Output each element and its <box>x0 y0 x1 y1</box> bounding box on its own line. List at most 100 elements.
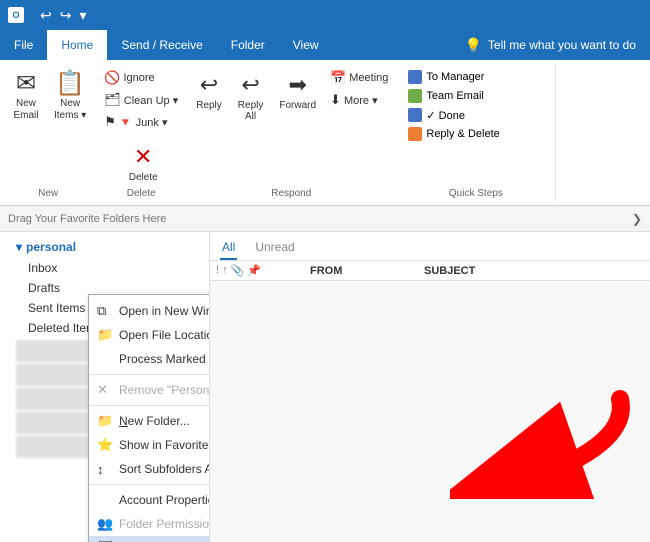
ctx-sep-2 <box>89 405 210 406</box>
app-logo: O <box>8 7 24 23</box>
new-email-label: NewEmail <box>13 98 38 122</box>
sidebar-personal-label: personal <box>26 240 76 254</box>
ctx-sort-icon: ↕ <box>97 462 104 477</box>
pin-icon: 📌 <box>247 264 261 277</box>
ctx-show-favorites[interactable]: ⭐ Show in Favorites <box>89 433 210 457</box>
menu-home[interactable]: Home <box>47 30 107 60</box>
qs-done-icon <box>408 108 422 122</box>
reply-label: Reply <box>196 100 222 111</box>
qs-team-email[interactable]: Team Email <box>404 87 547 105</box>
favorites-input[interactable] <box>8 213 626 225</box>
tab-unread[interactable]: Unread <box>253 236 296 260</box>
meeting-label: Meeting <box>349 72 388 84</box>
ribbon-delete-group: 🚫 Ignore 🗂 Clean Up ▾ ⚑ 🔻 Junk ▾ ✕ Delet… <box>96 64 186 201</box>
new-items-icon: 📋 <box>55 72 85 96</box>
context-menu: ⧉ Open in New Window 📁 Open File Locatio… <box>88 294 210 542</box>
qs-reply-delete-icon <box>408 127 422 141</box>
ctx-remove-icon: ✕ <box>97 382 108 398</box>
ctx-folder-perms-label: Folder Permissions <box>119 517 210 531</box>
menu-folder[interactable]: Folder <box>217 30 279 60</box>
ribbon: ✉ NewEmail 📋 NewItems ▾ New 🚫 Ignore 🗂 C… <box>0 60 650 206</box>
ctx-favorites-icon: ⭐ <box>97 437 113 453</box>
ctx-open-window-label: Open in New Window <box>119 304 210 318</box>
reply-icon: ↩ <box>200 72 218 98</box>
qs-team-label: Team Email <box>426 90 483 102</box>
ctx-new-folder[interactable]: 📁 New Folder... <box>89 409 210 433</box>
ctx-remove-personal: ✕ Remove "Personal" <box>89 378 210 402</box>
ctx-account-props[interactable]: Account Properties... <box>89 488 210 512</box>
sidebar-personal-header[interactable]: ▾ personal <box>0 236 209 258</box>
title-bar: O ↩ ↪ ▾ <box>0 0 650 30</box>
menu-send-receive[interactable]: Send / Receive <box>107 30 216 60</box>
from-column-header[interactable]: FROM <box>310 265 420 277</box>
email-list: All Unread ! ↑ 📎 📌 FROM SUBJECT <box>210 232 650 542</box>
ctx-open-location[interactable]: 📁 Open File Location <box>89 323 210 347</box>
menu-view[interactable]: View <box>279 30 333 60</box>
qs-to-manager[interactable]: To Manager <box>404 68 547 86</box>
qs-reply-delete[interactable]: Reply & Delete <box>404 125 547 143</box>
ctx-process-headers[interactable]: Process Marked Headers <box>89 347 210 371</box>
favorites-bar: ❯ <box>0 206 650 232</box>
ctx-data-file-props[interactable]: 🗄 Data File Properties... <box>89 536 210 542</box>
email-tabs: All Unread <box>210 232 650 261</box>
more-button[interactable]: ⬇ More ▾ <box>326 90 392 110</box>
junk-button[interactable]: ⚑ 🔻 Junk ▾ <box>100 112 171 132</box>
tell-me-bar[interactable]: 💡 Tell me what you want to do <box>450 30 650 60</box>
ctx-open-location-icon: 📁 <box>97 327 113 343</box>
delete-label: Delete <box>129 172 158 183</box>
subject-column-header: SUBJECT <box>424 265 644 277</box>
forward-label: Forward <box>279 100 316 111</box>
qs-reply-delete-label: Reply & Delete <box>426 128 499 140</box>
ctx-open-window-icon: ⧉ <box>97 303 106 319</box>
main-area: ▾ personal Inbox Drafts Sent Items Delet… <box>0 232 650 542</box>
ctx-sep-1 <box>89 374 210 375</box>
new-email-button[interactable]: ✉ NewEmail <box>4 68 48 126</box>
customize-btn[interactable]: ▾ <box>77 5 88 26</box>
sort-icon: ↑ <box>222 264 228 277</box>
menu-file[interactable]: File <box>0 30 47 60</box>
cleanup-button[interactable]: 🗂 Clean Up ▾ <box>100 90 182 110</box>
new-email-icon: ✉ <box>16 72 36 96</box>
respond-group-label: Respond <box>186 188 396 199</box>
email-column-headers: ! ↑ 📎 📌 FROM SUBJECT <box>210 261 650 281</box>
reply-all-button[interactable]: ↩ ReplyAll <box>232 68 270 126</box>
ctx-open-window[interactable]: ⧉ Open in New Window <box>89 299 210 323</box>
cleanup-icon: 🗂 <box>104 92 121 108</box>
ctx-sort-subfolders[interactable]: ↕ Sort Subfolders A to Z <box>89 457 210 481</box>
meeting-icon: 📅 <box>330 70 346 86</box>
quick-access-toolbar: ↩ ↪ ▾ <box>30 5 97 26</box>
ctx-folder-perms: 👥 Folder Permissions <box>89 512 210 536</box>
ribbon-new-group: ✉ NewEmail 📋 NewItems ▾ New <box>0 64 96 201</box>
ctx-sort-label: Sort Subfolders A to Z <box>119 462 210 476</box>
ctx-process-headers-label: Process Marked Headers <box>119 352 210 366</box>
new-items-button[interactable]: 📋 NewItems ▾ <box>48 68 92 126</box>
favorites-arrow[interactable]: ❯ <box>632 212 642 226</box>
delete-icon: ✕ <box>134 144 152 170</box>
lightbulb-icon: 💡 <box>464 37 481 54</box>
qs-done[interactable]: ✓ Done <box>404 106 547 124</box>
sidebar-item-inbox[interactable]: Inbox <box>0 258 209 278</box>
tab-all[interactable]: All <box>220 236 237 260</box>
delete-button[interactable]: ✕ Delete <box>123 140 164 187</box>
flag-icon: ! <box>216 264 219 277</box>
forward-button[interactable]: ➡ Forward <box>273 68 322 115</box>
reply-all-label: ReplyAll <box>238 100 264 122</box>
reply-all-icon: ↩ <box>241 72 259 98</box>
ribbon-quicksteps-group: To Manager Team Email ✓ Done Reply & Del… <box>396 64 556 201</box>
ctx-remove-label: Remove "Personal" <box>119 383 210 397</box>
ctx-account-props-label: Account Properties... <box>119 493 210 507</box>
more-icon: ⬇ <box>330 92 341 108</box>
menu-bar: File Home Send / Receive Folder View 💡 T… <box>0 30 650 60</box>
redo-btn[interactable]: ↪ <box>58 5 74 26</box>
reply-button[interactable]: ↩ Reply <box>190 68 228 115</box>
quick-steps-list: To Manager Team Email ✓ Done Reply & Del… <box>404 68 547 143</box>
meeting-button[interactable]: 📅 Meeting <box>326 68 392 88</box>
undo-btn[interactable]: ↩ <box>38 5 54 26</box>
ignore-icon: 🚫 <box>104 70 120 86</box>
red-arrow <box>450 389 630 502</box>
ribbon-respond-group: ↩ Reply ↩ ReplyAll ➡ Forward 📅 Meeting ⬇… <box>186 64 396 201</box>
ignore-button[interactable]: 🚫 Ignore <box>100 68 158 88</box>
ctx-folder-perms-icon: 👥 <box>97 516 113 532</box>
ctx-show-favorites-label: Show in Favorites <box>119 438 210 452</box>
junk-icon: ⚑ <box>104 114 116 130</box>
